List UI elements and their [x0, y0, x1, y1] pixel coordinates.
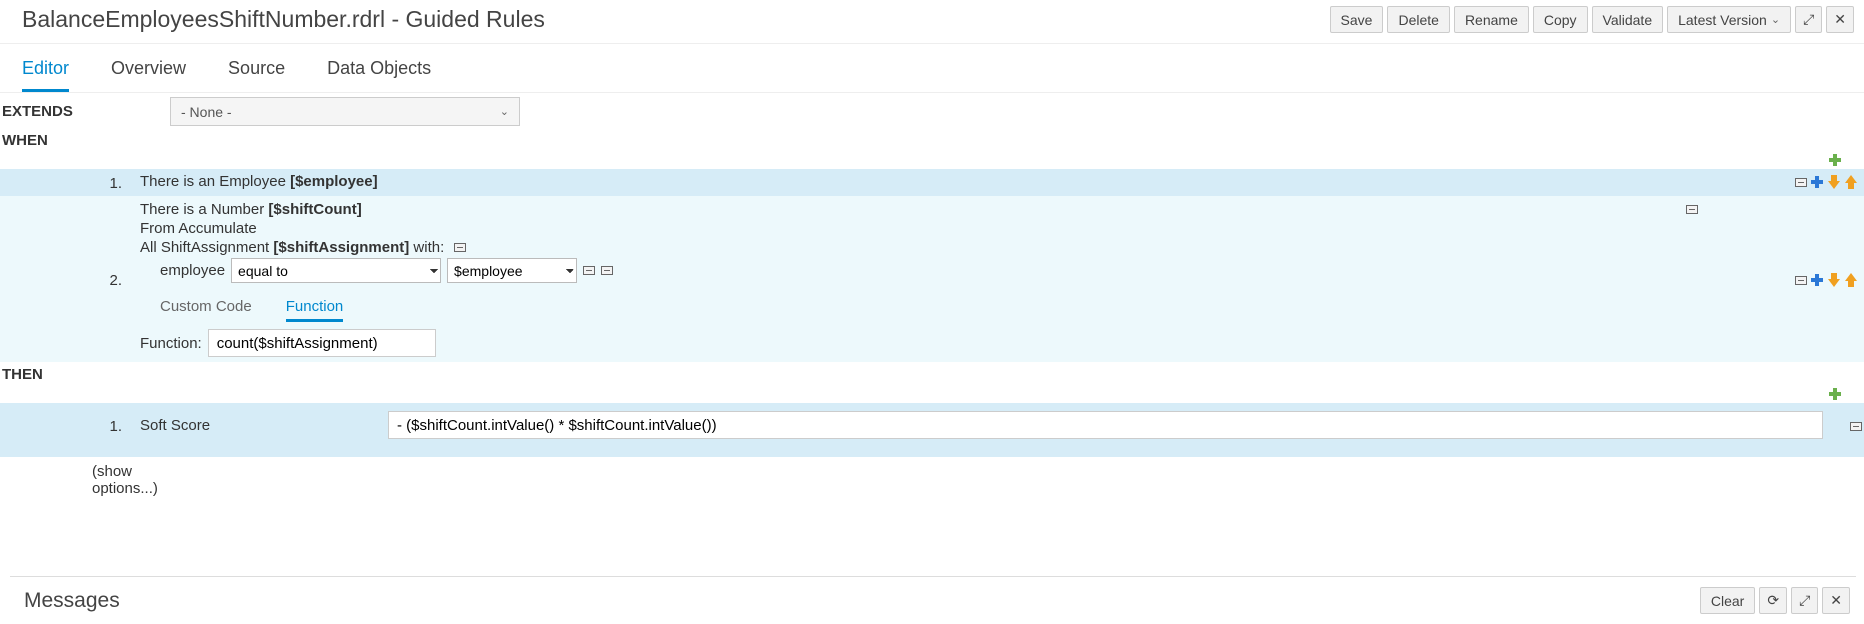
expand-icon: ⤢	[1799, 592, 1810, 609]
show-options-link[interactable]: (show options...)	[0, 457, 180, 497]
close-icon: ✕	[1834, 11, 1846, 28]
tab-source[interactable]: Source	[228, 56, 285, 92]
move-up-icon[interactable]	[1844, 273, 1858, 287]
remove-constraint-icon-1[interactable]	[583, 266, 595, 275]
close-button[interactable]: ✕	[1826, 6, 1854, 33]
when-2-number: 2.	[0, 270, 140, 289]
expand-messages-button[interactable]: ⤢	[1791, 587, 1818, 614]
expand-icon: ⤢	[1803, 11, 1814, 28]
when-1-number: 1.	[0, 173, 140, 192]
remove-icon[interactable]	[1850, 422, 1862, 431]
move-down-icon[interactable]	[1827, 273, 1841, 287]
function-label: Function:	[140, 335, 202, 352]
copy-button[interactable]: Copy	[1533, 6, 1588, 33]
constraint-field-label[interactable]: employee	[160, 262, 225, 279]
subtab-custom-code[interactable]: Custom Code	[160, 298, 252, 322]
add-below-icon[interactable]	[1810, 273, 1824, 287]
then-1-label[interactable]: Soft Score	[140, 417, 374, 434]
constraint-value-select[interactable]: $employee	[447, 258, 577, 283]
then-1-number: 1.	[0, 416, 140, 435]
tab-overview[interactable]: Overview	[111, 56, 186, 92]
then-label: THEN	[0, 362, 1864, 385]
remove-sub-icon[interactable]	[1686, 205, 1698, 214]
when-2-l3-prefix: All ShiftAssignment	[140, 239, 273, 256]
extends-select[interactable]: - None - ⌄	[170, 97, 520, 126]
version-dropdown-button[interactable]: Latest Version ⌄	[1667, 6, 1791, 33]
version-label: Latest Version	[1678, 12, 1767, 28]
source-pattern-text[interactable]: All ShiftAssignment [$shiftAssignment] w…	[140, 239, 444, 256]
move-up-icon[interactable]	[1844, 175, 1858, 189]
soft-score-input[interactable]	[388, 411, 1823, 439]
then-action-1: 1. Soft Score	[0, 403, 1864, 457]
when-condition-1: 1. There is an Employee [$employee]	[0, 169, 1864, 196]
header-toolbar: Save Delete Rename Copy Validate Latest …	[1330, 6, 1854, 33]
subtab-function[interactable]: Function	[286, 298, 344, 322]
chevron-down-icon: ⌄	[1771, 13, 1780, 26]
constraint-operator-select[interactable]: equal to	[231, 258, 441, 283]
function-input[interactable]	[208, 329, 436, 357]
when-1-binding: [$employee]	[290, 173, 378, 190]
refresh-icon: ⟳	[1767, 592, 1779, 609]
messages-title: Messages	[24, 589, 120, 613]
close-icon: ✕	[1830, 592, 1842, 609]
add-then-action-button[interactable]	[1828, 387, 1842, 401]
add-below-icon[interactable]	[1810, 175, 1824, 189]
remove-icon[interactable]	[1795, 178, 1807, 187]
when-condition-2: 2. There is a Number [$shiftCount] From …	[0, 196, 1864, 362]
extends-value: - None -	[181, 104, 232, 120]
from-accumulate-label: From Accumulate	[140, 219, 1768, 238]
clear-messages-button[interactable]: Clear	[1700, 587, 1755, 614]
validate-button[interactable]: Validate	[1592, 6, 1664, 33]
when-2-l3-suffix: with:	[409, 239, 444, 256]
when-label: WHEN	[0, 128, 1864, 151]
when-2-l3-binding: [$shiftAssignment]	[273, 239, 409, 256]
main-tabs: Editor Overview Source Data Objects	[0, 44, 1864, 93]
when-2-number-text[interactable]: There is a Number [$shiftCount]	[140, 201, 362, 218]
when-1-prefix: There is an Employee	[140, 173, 290, 190]
when-2-l1-prefix: There is a Number	[140, 201, 268, 218]
tab-data-objects[interactable]: Data Objects	[327, 56, 431, 92]
expand-button[interactable]: ⤢	[1795, 6, 1822, 33]
delete-button[interactable]: Delete	[1387, 6, 1449, 33]
rename-button[interactable]: Rename	[1454, 6, 1529, 33]
when-1-text[interactable]: There is an Employee [$employee]	[140, 173, 378, 190]
move-down-icon[interactable]	[1827, 175, 1841, 189]
refresh-messages-button[interactable]: ⟳	[1759, 587, 1787, 614]
close-messages-button[interactable]: ✕	[1822, 587, 1850, 614]
extends-label: EXTENDS	[0, 103, 170, 120]
save-button[interactable]: Save	[1330, 6, 1384, 33]
remove-source-icon[interactable]	[454, 243, 466, 252]
remove-icon[interactable]	[1795, 276, 1807, 285]
add-when-pattern-button[interactable]	[1828, 153, 1842, 167]
chevron-down-icon: ⌄	[500, 105, 509, 118]
remove-constraint-icon-2[interactable]	[601, 266, 613, 275]
tab-editor[interactable]: Editor	[22, 56, 69, 92]
when-2-l1-binding: [$shiftCount]	[268, 201, 361, 218]
page-title: BalanceEmployeesShiftNumber.rdrl - Guide…	[22, 6, 545, 33]
